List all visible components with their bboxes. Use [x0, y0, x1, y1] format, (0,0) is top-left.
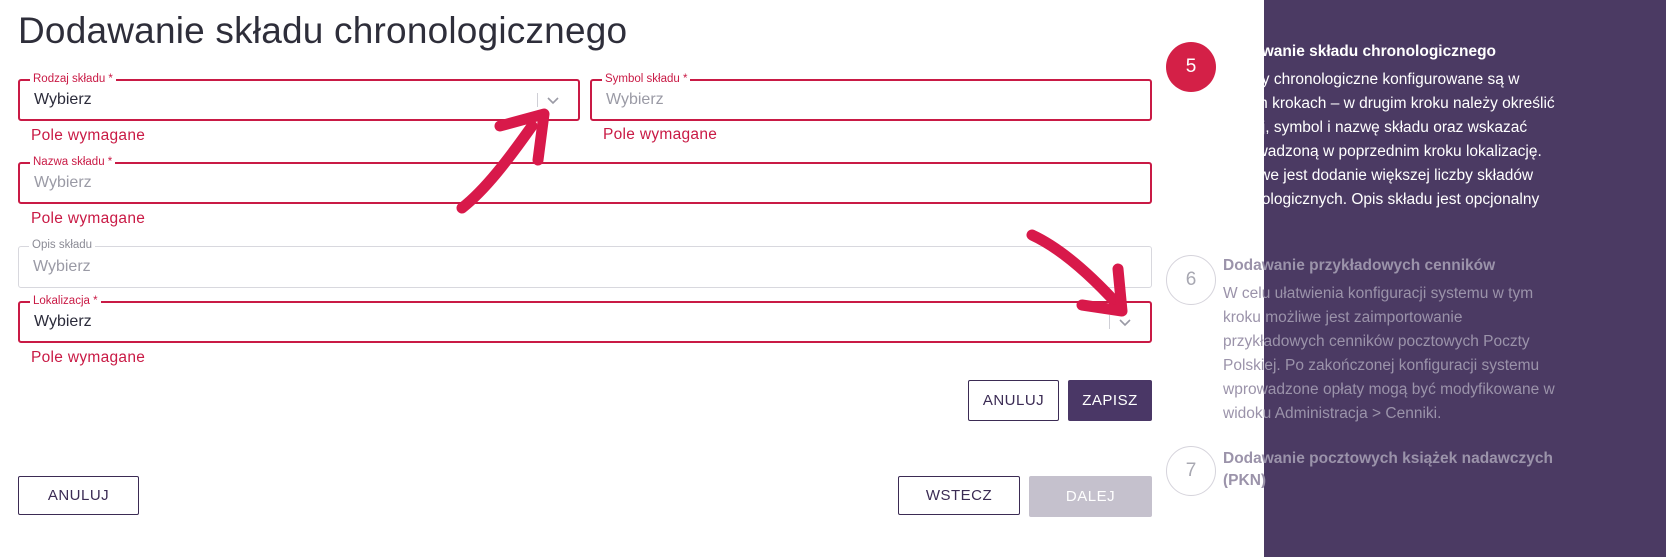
main-panel: Dodawanie składu chronologicznego Rodzaj…	[0, 0, 1264, 557]
wizard-cancel-button[interactable]: ANULUJ	[18, 476, 139, 515]
wizard-back-button[interactable]: WSTECZ	[898, 476, 1020, 515]
rodzaj-skladu-label: Rodzaj składu *	[30, 72, 116, 86]
opis-skladu-label: Opis składu	[29, 238, 96, 252]
lokalizacja-error: Pole wymagane	[31, 349, 146, 366]
rodzaj-skladu-value: Wybierz	[34, 91, 92, 108]
form-save-button[interactable]: ZAPISZ	[1068, 380, 1152, 421]
rodzaj-skladu-error: Pole wymagane	[31, 127, 146, 144]
step-number-badge: 7	[1166, 446, 1216, 496]
step-title: Dodawanie składu chronologicznego	[1223, 43, 1497, 60]
step-title: Dodawanie przykładowych cenników	[1223, 257, 1496, 274]
rodzaj-skladu-select[interactable]: Rodzaj składu * Wybierz	[18, 72, 580, 121]
nazwa-skladu-placeholder: Wybierz	[34, 174, 92, 191]
opis-skladu-placeholder: Wybierz	[33, 258, 91, 275]
opis-skladu-input[interactable]: Opis składu Wybierz	[18, 238, 1152, 288]
lokalizacja-label: Lokalizacja *	[30, 294, 101, 308]
wizard-step-5-marker: 5 Dodawanie składu chronologicznego Skła…	[1166, 42, 1666, 242]
symbol-skladu-input[interactable]: Symbol składu * Wybierz	[590, 72, 1152, 121]
lokalizacja-value: Wybierz	[34, 313, 92, 330]
wizard-next-button[interactable]: DALEJ	[1029, 476, 1152, 517]
form-cancel-button[interactable]: ANULUJ	[968, 380, 1059, 421]
page-title: Dodawanie składu chronologicznego	[18, 10, 628, 51]
select-separator	[537, 93, 538, 107]
symbol-skladu-placeholder: Wybierz	[606, 91, 664, 108]
lokalizacja-select[interactable]: Lokalizacja * Wybierz	[18, 294, 1152, 343]
select-separator	[1109, 315, 1110, 329]
chevron-down-icon[interactable]	[546, 93, 560, 107]
wizard-step-6: 6 Dodawanie przykładowych cenników W cel…	[1166, 255, 1666, 425]
nazwa-skladu-label: Nazwa składu *	[30, 155, 116, 169]
symbol-skladu-error: Pole wymagane	[603, 126, 718, 143]
step-description: Składy chronologiczne konfigurowane są w…	[1223, 71, 1555, 208]
nazwa-skladu-input[interactable]: Nazwa składu * Wybierz	[18, 155, 1152, 204]
step-title: Dodawanie pocztowych książek nadawczych …	[1223, 450, 1553, 488]
wizard-step-7: 7 Dodawanie pocztowych książek nadawczyc…	[1166, 446, 1666, 496]
step-description: W celu ułatwienia konfiguracji systemu w…	[1223, 285, 1555, 422]
step-number-badge: 6	[1166, 255, 1216, 305]
nazwa-skladu-error: Pole wymagane	[31, 210, 146, 227]
symbol-skladu-label: Symbol składu *	[602, 72, 691, 86]
chevron-down-icon[interactable]	[1118, 315, 1132, 329]
step-number-badge: 5	[1166, 42, 1216, 92]
